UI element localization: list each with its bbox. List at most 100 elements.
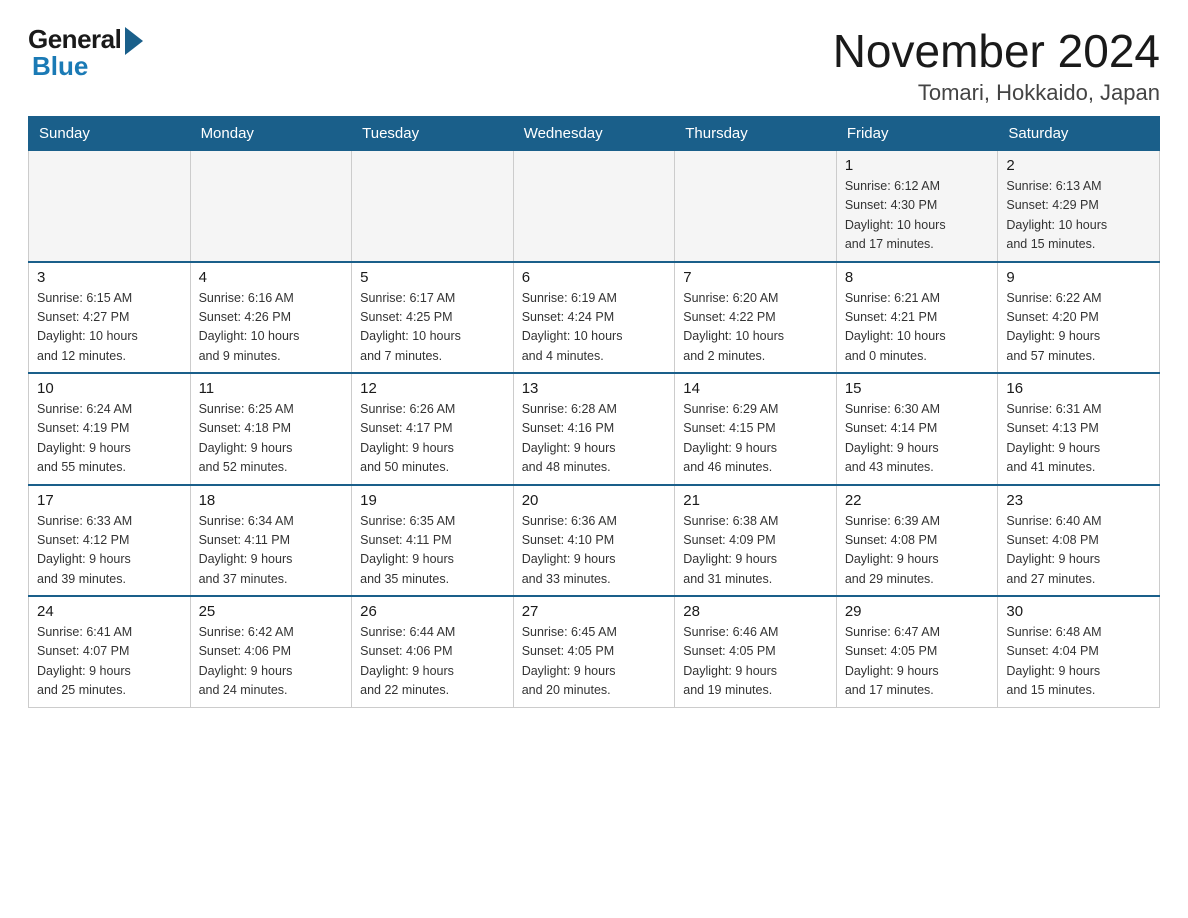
- calendar-cell: 4Sunrise: 6:16 AMSunset: 4:26 PMDaylight…: [190, 262, 352, 374]
- day-info: Sunrise: 6:19 AMSunset: 4:24 PMDaylight:…: [522, 289, 667, 367]
- calendar-week-row: 1 Sunrise: 6:12 AMSunset: 4:30 PMDaylight…: [29, 151, 1160, 262]
- day-info: Sunrise: 6:25 AMSunset: 4:18 PMDaylight:…: [199, 400, 344, 478]
- calendar-header-thursday: Thursday: [675, 117, 837, 151]
- calendar-cell: 22 Sunrise: 6:39 AMSunset: 4:08 PMDayligh…: [836, 485, 998, 597]
- day-number: 9: [1006, 269, 1151, 286]
- day-number: 13: [522, 380, 667, 397]
- day-info: Sunrise: 6:38 AMSunset: 4:09 PMDaylight:…: [683, 512, 828, 590]
- day-number: 29: [845, 603, 990, 620]
- calendar-cell: 19 Sunrise: 6:35 AMSunset: 4:11 PMDayligh…: [352, 485, 514, 597]
- day-info: Sunrise: 6:46 AMSunset: 4:05 PMDaylight:…: [683, 623, 828, 701]
- calendar-week-row: 17 Sunrise: 6:33 AMSunset: 4:12 PMDayligh…: [29, 485, 1160, 597]
- page-header: General Blue November 2024 Tomari, Hokka…: [28, 24, 1160, 106]
- day-number: 16: [1006, 380, 1151, 397]
- calendar-cell: 29 Sunrise: 6:47 AMSunset: 4:05 PMDayligh…: [836, 596, 998, 707]
- day-info: Sunrise: 6:29 AMSunset: 4:15 PMDaylight:…: [683, 400, 828, 478]
- day-number: 18: [199, 492, 344, 509]
- calendar-week-row: 10 Sunrise: 6:24 AMSunset: 4:19 PMDayligh…: [29, 373, 1160, 485]
- calendar-cell: 30 Sunrise: 6:48 AMSunset: 4:04 PMDayligh…: [998, 596, 1160, 707]
- day-number: 24: [37, 603, 182, 620]
- day-number: 19: [360, 492, 505, 509]
- calendar-cell: 21Sunrise: 6:38 AMSunset: 4:09 PMDayligh…: [675, 485, 837, 597]
- day-info: Sunrise: 6:41 AMSunset: 4:07 PMDaylight:…: [37, 623, 182, 701]
- calendar-header-sunday: Sunday: [29, 117, 191, 151]
- calendar-cell: [513, 151, 675, 262]
- day-info: Sunrise: 6:16 AMSunset: 4:26 PMDaylight:…: [199, 289, 344, 367]
- day-info: Sunrise: 6:47 AMSunset: 4:05 PMDaylight:…: [845, 623, 990, 701]
- day-number: 14: [683, 380, 828, 397]
- calendar-cell: 26 Sunrise: 6:44 AMSunset: 4:06 PMDayligh…: [352, 596, 514, 707]
- day-info: Sunrise: 6:26 AMSunset: 4:17 PMDaylight:…: [360, 400, 505, 478]
- calendar-cell: 18 Sunrise: 6:34 AMSunset: 4:11 PMDayligh…: [190, 485, 352, 597]
- day-number: 11: [199, 380, 344, 397]
- calendar-cell: 12Sunrise: 6:26 AMSunset: 4:17 PMDayligh…: [352, 373, 514, 485]
- day-info: Sunrise: 6:13 AMSunset: 4:29 PMDaylight:…: [1006, 177, 1151, 255]
- day-number: 26: [360, 603, 505, 620]
- day-number: 3: [37, 269, 182, 286]
- calendar-cell: 27 Sunrise: 6:45 AMSunset: 4:05 PMDayligh…: [513, 596, 675, 707]
- calendar-cell: 9Sunrise: 6:22 AMSunset: 4:20 PMDaylight…: [998, 262, 1160, 374]
- day-info: Sunrise: 6:34 AMSunset: 4:11 PMDaylight:…: [199, 512, 344, 590]
- day-info: Sunrise: 6:30 AMSunset: 4:14 PMDaylight:…: [845, 400, 990, 478]
- month-year-title: November 2024: [833, 24, 1160, 78]
- calendar-header-monday: Monday: [190, 117, 352, 151]
- calendar-cell: 13 Sunrise: 6:28 AMSunset: 4:16 PMDayligh…: [513, 373, 675, 485]
- calendar-header-wednesday: Wednesday: [513, 117, 675, 151]
- day-info: Sunrise: 6:17 AMSunset: 4:25 PMDaylight:…: [360, 289, 505, 367]
- day-info: Sunrise: 6:21 AMSunset: 4:21 PMDaylight:…: [845, 289, 990, 367]
- location-subtitle: Tomari, Hokkaido, Japan: [833, 80, 1160, 106]
- day-info: Sunrise: 6:40 AMSunset: 4:08 PMDaylight:…: [1006, 512, 1151, 590]
- day-number: 8: [845, 269, 990, 286]
- calendar-cell: [352, 151, 514, 262]
- day-info: Sunrise: 6:24 AMSunset: 4:19 PMDaylight:…: [37, 400, 182, 478]
- calendar-table: SundayMondayTuesdayWednesdayThursdayFrid…: [28, 116, 1160, 708]
- calendar-header-tuesday: Tuesday: [352, 117, 514, 151]
- day-number: 27: [522, 603, 667, 620]
- day-number: 10: [37, 380, 182, 397]
- day-number: 20: [522, 492, 667, 509]
- calendar-cell: 5 Sunrise: 6:17 AMSunset: 4:25 PMDaylight…: [352, 262, 514, 374]
- day-info: Sunrise: 6:31 AMSunset: 4:13 PMDaylight:…: [1006, 400, 1151, 478]
- day-number: 7: [683, 269, 828, 286]
- day-info: Sunrise: 6:35 AMSunset: 4:11 PMDaylight:…: [360, 512, 505, 590]
- calendar-cell: 7Sunrise: 6:20 AMSunset: 4:22 PMDaylight…: [675, 262, 837, 374]
- day-number: 28: [683, 603, 828, 620]
- calendar-cell: 6 Sunrise: 6:19 AMSunset: 4:24 PMDaylight…: [513, 262, 675, 374]
- calendar-cell: 25 Sunrise: 6:42 AMSunset: 4:06 PMDayligh…: [190, 596, 352, 707]
- day-number: 22: [845, 492, 990, 509]
- day-number: 15: [845, 380, 990, 397]
- day-info: Sunrise: 6:36 AMSunset: 4:10 PMDaylight:…: [522, 512, 667, 590]
- calendar-week-row: 24 Sunrise: 6:41 AMSunset: 4:07 PMDayligh…: [29, 596, 1160, 707]
- calendar-cell: [190, 151, 352, 262]
- calendar-cell: 11 Sunrise: 6:25 AMSunset: 4:18 PMDayligh…: [190, 373, 352, 485]
- calendar-cell: 3Sunrise: 6:15 AMSunset: 4:27 PMDaylight…: [29, 262, 191, 374]
- day-number: 5: [360, 269, 505, 286]
- title-block: November 2024 Tomari, Hokkaido, Japan: [833, 24, 1160, 106]
- day-number: 17: [37, 492, 182, 509]
- day-number: 2: [1006, 157, 1151, 174]
- calendar-cell: 10 Sunrise: 6:24 AMSunset: 4:19 PMDayligh…: [29, 373, 191, 485]
- logo-arrow-icon: [125, 27, 143, 55]
- logo: General Blue: [28, 24, 143, 82]
- day-number: 25: [199, 603, 344, 620]
- day-info: Sunrise: 6:42 AMSunset: 4:06 PMDaylight:…: [199, 623, 344, 701]
- calendar-cell: 23Sunrise: 6:40 AMSunset: 4:08 PMDayligh…: [998, 485, 1160, 597]
- calendar-cell: 20 Sunrise: 6:36 AMSunset: 4:10 PMDayligh…: [513, 485, 675, 597]
- day-info: Sunrise: 6:33 AMSunset: 4:12 PMDaylight:…: [37, 512, 182, 590]
- calendar-cell: 8 Sunrise: 6:21 AMSunset: 4:21 PMDaylight…: [836, 262, 998, 374]
- day-info: Sunrise: 6:39 AMSunset: 4:08 PMDaylight:…: [845, 512, 990, 590]
- day-info: Sunrise: 6:45 AMSunset: 4:05 PMDaylight:…: [522, 623, 667, 701]
- day-info: Sunrise: 6:44 AMSunset: 4:06 PMDaylight:…: [360, 623, 505, 701]
- calendar-week-row: 3Sunrise: 6:15 AMSunset: 4:27 PMDaylight…: [29, 262, 1160, 374]
- day-info: Sunrise: 6:12 AMSunset: 4:30 PMDaylight:…: [845, 177, 990, 255]
- day-number: 6: [522, 269, 667, 286]
- day-number: 30: [1006, 603, 1151, 620]
- day-info: Sunrise: 6:28 AMSunset: 4:16 PMDaylight:…: [522, 400, 667, 478]
- calendar-header-row: SundayMondayTuesdayWednesdayThursdayFrid…: [29, 117, 1160, 151]
- calendar-cell: 17 Sunrise: 6:33 AMSunset: 4:12 PMDayligh…: [29, 485, 191, 597]
- calendar-cell: 14 Sunrise: 6:29 AMSunset: 4:15 PMDayligh…: [675, 373, 837, 485]
- day-number: 1: [845, 157, 990, 174]
- calendar-header-friday: Friday: [836, 117, 998, 151]
- day-info: Sunrise: 6:48 AMSunset: 4:04 PMDaylight:…: [1006, 623, 1151, 701]
- calendar-cell: 16 Sunrise: 6:31 AMSunset: 4:13 PMDayligh…: [998, 373, 1160, 485]
